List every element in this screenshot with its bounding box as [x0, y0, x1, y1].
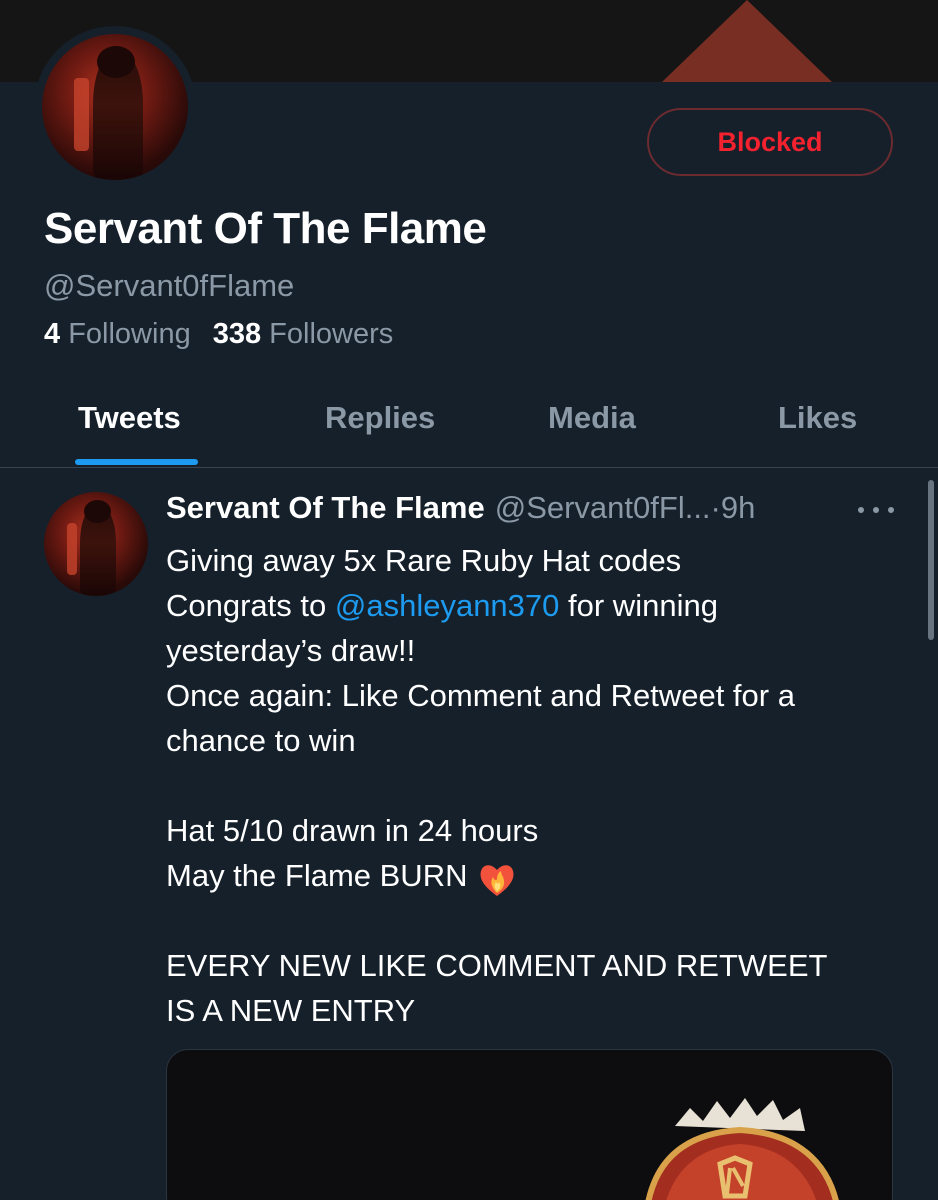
following-count: 4 — [44, 318, 61, 350]
tweet-separator: · — [710, 490, 721, 525]
followers-count: 338 — [212, 318, 262, 350]
tweet-line: Once again: Like Comment and Retweet for… — [166, 678, 795, 713]
more-icon[interactable] — [858, 496, 894, 524]
tweet-timestamp[interactable]: 9h — [721, 490, 755, 526]
profile-stats: 4 Following 338 Followers — [44, 318, 393, 351]
mention-link[interactable]: @ashleyann370 — [335, 588, 560, 623]
tab-likes[interactable]: Likes — [778, 390, 857, 468]
tweet-media[interactable] — [166, 1049, 893, 1200]
followers-label: Followers — [269, 318, 394, 350]
following-link[interactable]: 4 Following — [44, 318, 191, 351]
following-label: Following — [68, 318, 191, 350]
tweet-line: yesterday’s draw!! — [166, 633, 416, 668]
tweet-line: Hat 5/10 drawn in 24 hours — [166, 813, 539, 848]
tab-replies[interactable]: Replies — [325, 390, 435, 468]
tweet-line: EVERY NEW LIKE COMMENT AND RETWEET — [166, 948, 828, 983]
tweet-text: Giving away 5x Rare Ruby Hat codes Congr… — [166, 538, 886, 1033]
tweet-line: chance to win — [166, 723, 356, 758]
profile-display-name: Servant Of The Flame — [44, 204, 487, 253]
tab-tweets[interactable]: Tweets — [78, 390, 181, 468]
heart-on-fire-emoji — [477, 860, 517, 896]
followers-link[interactable]: 338 Followers — [213, 318, 394, 351]
tweet-line: Congrats to @ashleyann370 for winning — [166, 588, 718, 623]
avatar-image — [42, 34, 188, 180]
profile-avatar[interactable] — [34, 26, 196, 188]
blocked-button[interactable]: Blocked — [647, 108, 893, 176]
banner-art — [662, 0, 832, 82]
profile-tabs: Tweets Replies Media Likes — [0, 390, 938, 468]
tweet-header: Servant Of The Flame @Servant0fFl... · 9… — [166, 490, 755, 526]
profile-handle: @Servant0fFlame — [44, 268, 295, 303]
tweet-author-name[interactable]: Servant Of The Flame — [166, 490, 485, 526]
tweet-line: May the Flame BURN — [166, 853, 886, 898]
tab-media[interactable]: Media — [548, 390, 636, 468]
tweet-author-handle[interactable]: @Servant0fFl... — [495, 490, 711, 526]
tweet-avatar-image — [44, 492, 148, 596]
tweet-line: IS A NEW ENTRY — [166, 993, 416, 1028]
ruby-hat-image — [645, 1098, 839, 1200]
active-tab-indicator — [75, 459, 198, 465]
tweet-avatar[interactable] — [44, 492, 148, 596]
scrollbar[interactable] — [928, 480, 934, 640]
tweet-line: Giving away 5x Rare Ruby Hat codes — [166, 543, 682, 578]
